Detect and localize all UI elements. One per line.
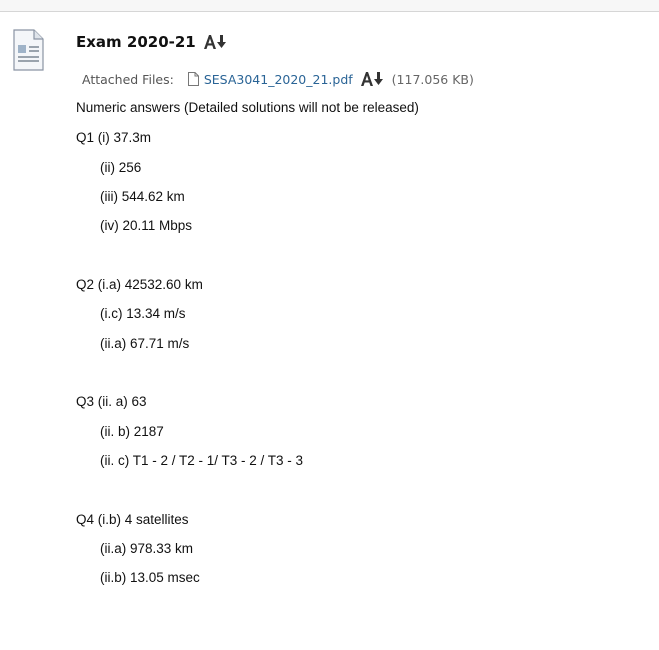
answer-line: (ii. b) 2187 [100,424,164,439]
answer-line: Q4 (i.b) 4 satellites [76,512,189,527]
answer-line: (i.c) 13.34 m/s [100,306,186,321]
file-icon [187,72,199,86]
document-icon [13,29,44,71]
content-item-header: Exam 2020-21 [76,33,227,51]
answer-line: Q3 (ii. a) 63 [76,394,147,409]
attachment-size: (117.056 KB) [391,71,474,87]
attachment-file-link[interactable]: SESA3041_2020_21.pdf [204,72,353,87]
answer-line: (iv) 20.11 Mbps [100,218,193,233]
answer-line: (iii) 544.62 km [100,189,185,204]
az-reader-icon[interactable] [203,34,227,50]
az-reader-icon[interactable] [360,71,384,87]
attached-files-label: Attached Files: [82,71,174,87]
answer-line: (ii) 256 [100,160,142,175]
answer-line: (ii. c) T1 - 2 / T2 - 1/ T3 - 2 / T3 - 3 [100,453,304,468]
intro-text: Numeric answers (Detailed solutions will… [76,100,419,115]
attached-files-row: Attached Files: SESA3041_2020_21.pdf (11… [82,71,474,87]
answer-line: Q1 (i) 37.3m [76,130,152,145]
item-title: Exam 2020-21 [76,33,196,51]
answer-line: Q2 (i.a) 42532.60 km [76,277,203,292]
answer-line: (ii.a) 978.33 km [100,541,194,556]
top-bar [0,0,659,12]
answer-line: (ii.b) 13.05 msec [100,570,200,585]
answer-line: (ii.a) 67.71 m/s [100,336,190,351]
